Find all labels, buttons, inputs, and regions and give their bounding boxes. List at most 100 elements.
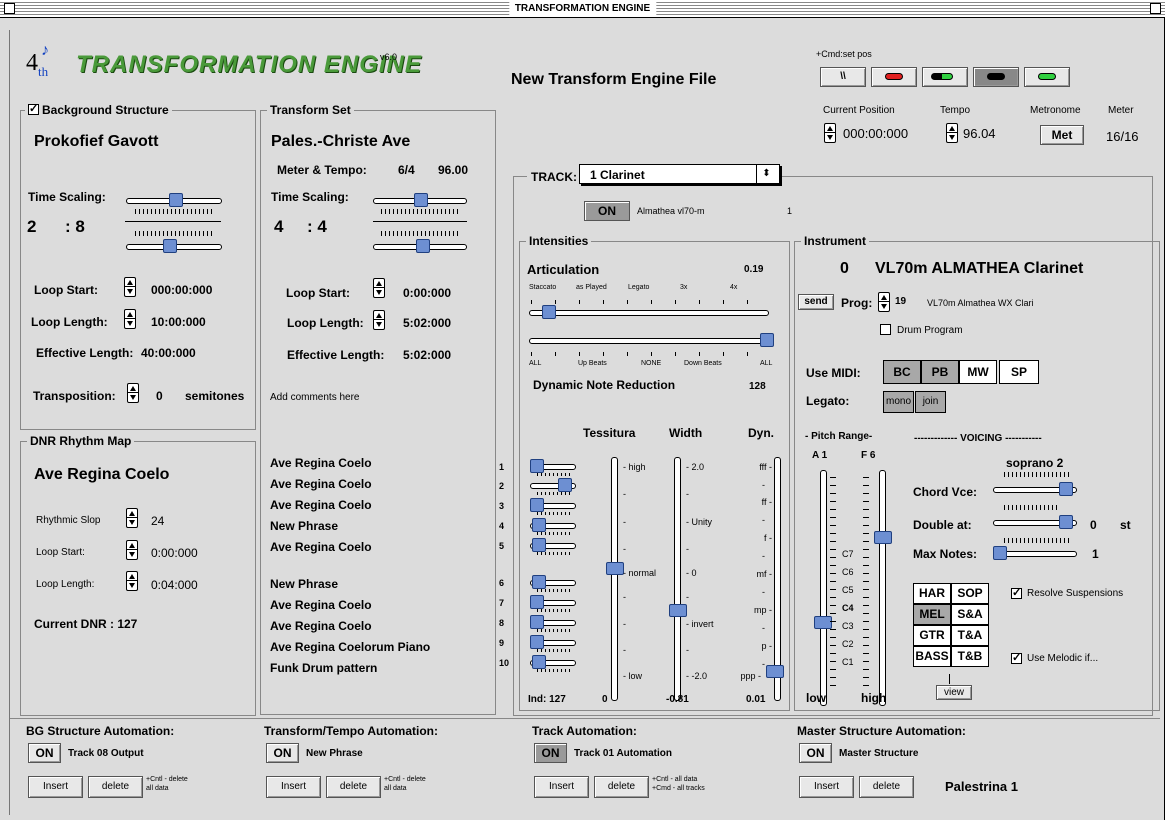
phrase-item[interactable]: New Phrase	[270, 519, 338, 533]
midi-bc-toggle[interactable]: BC	[883, 360, 921, 384]
automation-on-button[interactable]: ON	[534, 743, 567, 763]
ts-comments[interactable]: Add comments here	[270, 392, 360, 403]
ts-name: Pales.-Christe Ave	[271, 133, 411, 150]
bg-loop-start-stepper[interactable]	[124, 277, 136, 297]
title-bar[interactable]: TRANSFORMATION ENGINE	[0, 0, 1165, 18]
metronome-button[interactable]: Met	[1040, 125, 1084, 145]
ts-ts-thumb-top[interactable]	[414, 193, 428, 207]
double-ticks	[1004, 505, 1058, 510]
insert-button[interactable]: Insert	[534, 776, 589, 798]
tessitura-thumb[interactable]	[606, 562, 624, 575]
voicing-har-toggle[interactable]: HAR	[913, 583, 951, 604]
track-select[interactable]: 1 Clarinet ⬍	[579, 164, 780, 184]
row-thumb[interactable]	[532, 655, 546, 669]
double-thumb[interactable]	[1059, 515, 1073, 529]
play-button[interactable]	[1024, 67, 1070, 87]
dnr-thumb[interactable]	[760, 333, 774, 347]
row-thumb[interactable]	[532, 518, 546, 532]
record-button[interactable]	[871, 67, 917, 87]
max-thumb[interactable]	[993, 546, 1007, 560]
midi-sp-toggle[interactable]: SP	[999, 360, 1039, 384]
phrase-item[interactable]: Ave Regina Coelorum Piano	[270, 640, 430, 654]
dnr-rhythm-map-group: DNR Rhythm Map Ave Regina Coelo Rhythmic…	[20, 434, 256, 716]
tessitura-slider[interactable]	[611, 457, 618, 701]
width-slider[interactable]	[674, 457, 681, 701]
row-thumb[interactable]	[558, 478, 572, 492]
phrase-item[interactable]: Ave Regina Coelo	[270, 456, 372, 470]
prog-stepper[interactable]	[878, 292, 890, 312]
insert-button[interactable]: Insert	[266, 776, 321, 798]
dnr-slider[interactable]	[529, 338, 769, 344]
bg-ts-thumb-top[interactable]	[169, 193, 183, 207]
automation-on-button[interactable]: ON	[266, 743, 299, 763]
insert-button[interactable]: Insert	[28, 776, 83, 798]
dyn-thumb[interactable]	[766, 665, 784, 678]
width-mark: - Unity	[686, 517, 713, 527]
row-thumb[interactable]	[532, 538, 546, 552]
phrase-item[interactable]: Ave Regina Coelo	[270, 540, 372, 554]
row-thumb[interactable]	[530, 498, 544, 512]
phrase-item[interactable]: New Phrase	[270, 577, 338, 591]
resolve-checkbox[interactable]	[1011, 586, 1022, 599]
row-thumb[interactable]	[530, 595, 544, 609]
tempo-stepper[interactable]	[946, 123, 958, 143]
dnr-slop-stepper[interactable]	[126, 508, 138, 528]
row-thumb[interactable]	[530, 635, 544, 649]
phrase-item[interactable]: Ave Regina Coelo	[270, 598, 372, 612]
rewind-button[interactable]: \\	[820, 67, 866, 87]
row-thumb[interactable]	[530, 615, 544, 629]
midi-mw-toggle[interactable]: MW	[959, 360, 997, 384]
bg-transposition-stepper[interactable]	[127, 383, 139, 403]
play-record-button[interactable]	[922, 67, 968, 87]
phrase-item[interactable]: Funk Drum pattern	[270, 661, 377, 675]
voicing-bass-toggle[interactable]: BASS	[913, 646, 951, 667]
automation-on-button[interactable]: ON	[28, 743, 61, 763]
ts-loop-length-stepper[interactable]	[373, 310, 385, 330]
midi-pb-toggle[interactable]: PB	[921, 360, 959, 384]
zoom-box-icon[interactable]	[1150, 3, 1161, 14]
voicing-s-a-toggle[interactable]: S&A	[951, 604, 989, 625]
voicing-t-b-toggle[interactable]: T&B	[951, 646, 989, 667]
pitch-high-slider[interactable]	[879, 470, 886, 706]
delete-button[interactable]: delete	[594, 776, 649, 798]
insert-button[interactable]: Insert	[799, 776, 854, 798]
drum-program-checkbox[interactable]	[880, 324, 891, 335]
automation-on-button[interactable]: ON	[799, 743, 832, 763]
voicing-gtr-toggle[interactable]: GTR	[913, 625, 951, 646]
position-stepper[interactable]	[824, 123, 836, 143]
pitch-high-thumb[interactable]	[874, 531, 892, 544]
articulation-slider[interactable]	[529, 310, 769, 316]
width-thumb[interactable]	[669, 604, 687, 617]
row-thumb[interactable]	[532, 575, 546, 589]
melodic-checkbox[interactable]	[1011, 651, 1022, 664]
articulation-thumb[interactable]	[542, 305, 556, 319]
legato-join-toggle[interactable]: join	[915, 391, 946, 413]
bg-ts-thumb-bottom[interactable]	[163, 239, 177, 253]
legato-mono-toggle[interactable]: mono	[883, 391, 914, 413]
close-box-icon[interactable]	[4, 3, 15, 14]
phrase-item[interactable]: Ave Regina Coelo	[270, 619, 372, 633]
phrase-item[interactable]: Ave Regina Coelo	[270, 498, 372, 512]
delete-button[interactable]: delete	[88, 776, 143, 798]
row-thumb[interactable]	[530, 459, 544, 473]
dnr-group-label: DNR Rhythm Map	[27, 434, 135, 448]
phrase-item[interactable]: Ave Regina Coelo	[270, 477, 372, 491]
delete-button[interactable]: delete	[859, 776, 914, 798]
voicing-mel-toggle[interactable]: MEL	[913, 604, 951, 625]
voicing-sop-toggle[interactable]: SOP	[951, 583, 989, 604]
ts-loop-start-stepper[interactable]	[373, 278, 385, 298]
stop-button[interactable]	[973, 67, 1019, 87]
dnr-loop-length-stepper[interactable]	[126, 571, 138, 591]
voicing-t-a-toggle[interactable]: T&A	[951, 625, 989, 646]
double-label: Double at:	[913, 518, 972, 532]
pitch-low-slider[interactable]	[820, 470, 827, 706]
view-button[interactable]: view	[936, 685, 972, 700]
dnr-loop-start-stepper[interactable]	[126, 540, 138, 560]
bg-loop-length-stepper[interactable]	[124, 309, 136, 329]
track-on-button[interactable]: ON	[584, 201, 630, 221]
chord-thumb[interactable]	[1059, 482, 1073, 496]
delete-button[interactable]: delete	[326, 776, 381, 798]
send-button[interactable]: send	[798, 294, 834, 310]
bg-enable-checkbox[interactable]	[28, 102, 39, 116]
ts-ts-thumb-bottom[interactable]	[416, 239, 430, 253]
